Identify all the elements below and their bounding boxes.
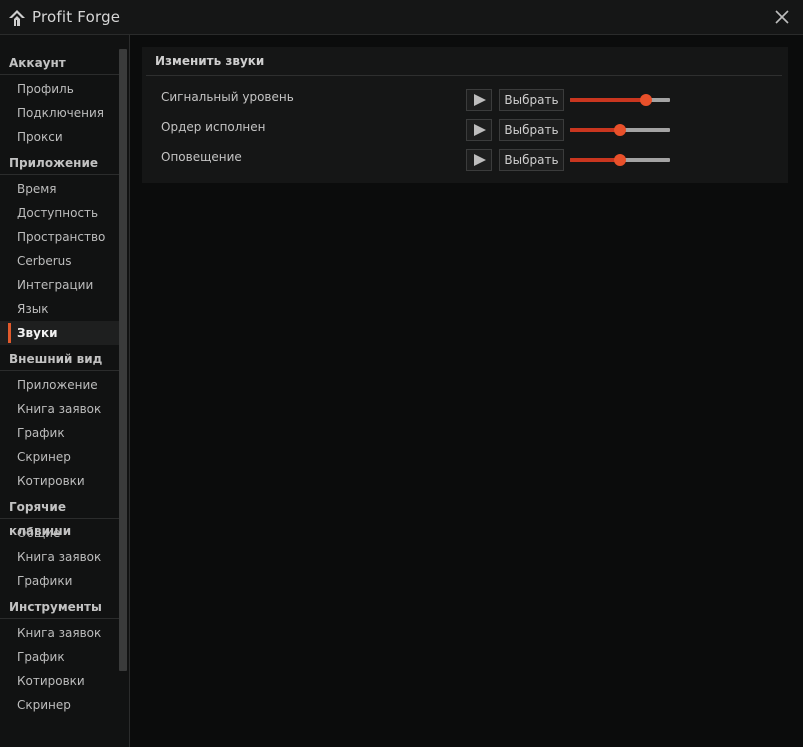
title-bar: Profit Forge	[0, 0, 803, 35]
play-sound-button[interactable]	[466, 89, 492, 111]
sidebar-item-workspace[interactable]: Пространство	[0, 225, 119, 249]
sidebar-item-tools-screener[interactable]: Скринер	[0, 693, 119, 717]
sidebar-item-profile[interactable]: Профиль	[0, 77, 119, 101]
sound-row-label: Оповещение	[161, 150, 242, 164]
play-icon	[474, 154, 486, 166]
profit-forge-logo-icon	[9, 10, 25, 26]
sidebar-section-tools: Инструменты	[0, 595, 119, 619]
play-icon	[474, 124, 486, 136]
sounds-panel: Изменить звуки Сигнальный уровень Выбрат…	[142, 47, 788, 183]
app-title: Profit Forge	[32, 8, 121, 26]
sound-row-label: Ордер исполнен	[161, 120, 266, 134]
sidebar-item-hotkeys-charts[interactable]: Графики	[0, 569, 119, 593]
volume-slider[interactable]	[570, 124, 670, 136]
sidebar-item-appearance-quotes[interactable]: Котировки	[0, 469, 119, 493]
sidebar-item-appearance-orderbook[interactable]: Книга заявок	[0, 397, 119, 421]
sidebar-section-account: Аккаунт	[0, 51, 119, 75]
slider-fill	[570, 158, 620, 162]
sidebar-item-language[interactable]: Язык	[0, 297, 119, 321]
sounds-panel-title: Изменить звуки	[155, 54, 265, 68]
sidebar-section-hotkeys: Горячие клавиши	[0, 495, 119, 538]
play-icon	[474, 94, 486, 106]
choose-sound-button[interactable]: Выбрать	[499, 119, 564, 141]
sidebar-item-cerberus[interactable]: Cerberus	[0, 249, 119, 273]
sidebar-item-hotkeys-orderbook[interactable]: Книга заявок	[0, 545, 119, 569]
close-icon[interactable]	[773, 8, 791, 26]
sidebar-section-application: Приложение	[0, 151, 119, 175]
slider-thumb[interactable]	[614, 124, 626, 136]
sidebar-item-proxy[interactable]: Прокси	[0, 125, 119, 149]
sidebar-item-appearance-screener[interactable]: Скринер	[0, 445, 119, 469]
choose-sound-button[interactable]: Выбрать	[499, 149, 564, 171]
sidebar-item-sounds[interactable]: Звуки	[0, 321, 119, 345]
settings-sidebar: Аккаунт Профиль Подключения Прокси Прило…	[0, 35, 130, 747]
panel-divider	[146, 75, 782, 76]
sidebar-item-appearance-chart[interactable]: График	[0, 421, 119, 445]
play-sound-button[interactable]	[466, 119, 492, 141]
sidebar-item-accessibility[interactable]: Доступность	[0, 201, 119, 225]
sidebar-item-tools-orderbook[interactable]: Книга заявок	[0, 621, 119, 645]
slider-fill	[570, 98, 646, 102]
sidebar-item-connections[interactable]: Подключения	[0, 101, 119, 125]
sidebar-section-appearance: Внешний вид	[0, 347, 119, 371]
sidebar-scrollbar[interactable]	[119, 49, 127, 671]
slider-thumb[interactable]	[640, 94, 652, 106]
volume-slider[interactable]	[570, 154, 670, 166]
volume-slider[interactable]	[570, 94, 670, 106]
sidebar-item-time[interactable]: Время	[0, 177, 119, 201]
choose-sound-button[interactable]: Выбрать	[499, 89, 564, 111]
slider-fill	[570, 128, 620, 132]
sidebar-item-integrations[interactable]: Интеграции	[0, 273, 119, 297]
sidebar-item-tools-quotes[interactable]: Котировки	[0, 669, 119, 693]
sidebar-item-appearance-application[interactable]: Приложение	[0, 373, 119, 397]
sound-row-label: Сигнальный уровень	[161, 90, 294, 104]
slider-thumb[interactable]	[614, 154, 626, 166]
sidebar-item-hotkeys-general[interactable]: Общие	[0, 521, 119, 545]
sidebar-item-tools-chart[interactable]: График	[0, 645, 119, 669]
play-sound-button[interactable]	[466, 149, 492, 171]
